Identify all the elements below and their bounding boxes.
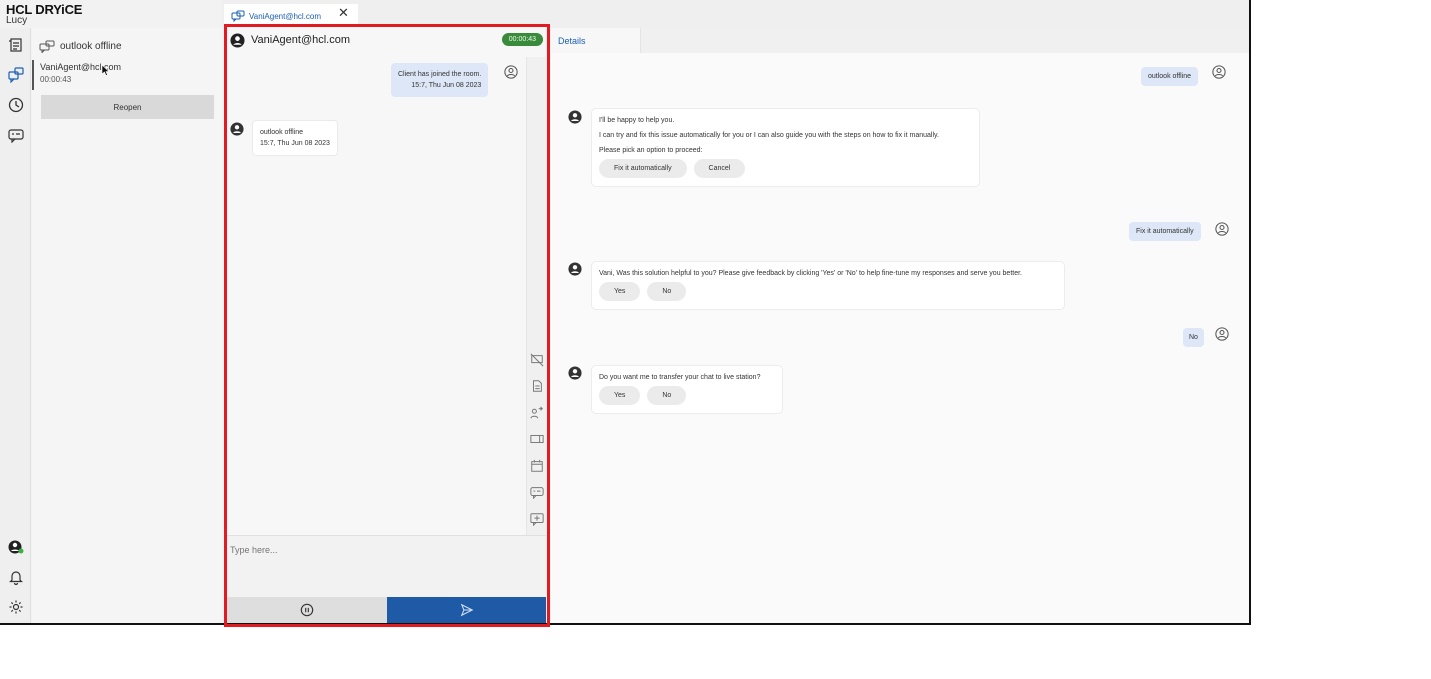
no-button[interactable]: No bbox=[647, 386, 687, 405]
bot-message-line: Vani, Was this solution helpful to you? … bbox=[599, 270, 1022, 277]
message-time: 15:7, Thu Jun 08 2023 bbox=[411, 82, 482, 89]
cancel-button[interactable]: Cancel bbox=[693, 159, 746, 178]
bot-avatar-icon bbox=[568, 366, 582, 380]
gear-icon[interactable] bbox=[7, 598, 25, 616]
user-name: Lucy bbox=[6, 15, 28, 26]
chat-bubbles-icon bbox=[39, 40, 55, 53]
bot-message-line: I can try and fix this issue automatical… bbox=[599, 132, 939, 139]
user-message-bubble: No bbox=[1183, 328, 1204, 347]
tab-label: VaniAgent@hcl.com bbox=[249, 11, 322, 21]
no-button[interactable]: No bbox=[647, 282, 687, 301]
chat-tools-bar bbox=[526, 57, 546, 537]
message-input[interactable] bbox=[230, 542, 530, 558]
send-icon bbox=[460, 603, 473, 617]
pause-icon bbox=[300, 603, 313, 617]
message-text: Client has joined the room. bbox=[398, 71, 482, 78]
pause-button[interactable] bbox=[226, 597, 387, 623]
tab-bar: VaniAgent@hcl.com ✕ bbox=[222, 0, 1249, 28]
user-avatar-icon bbox=[230, 32, 245, 48]
history-clock-icon[interactable] bbox=[7, 96, 25, 114]
bot-message-line: Please pick an option to proceed: bbox=[599, 147, 703, 154]
customer-avatar-icon bbox=[1212, 65, 1226, 79]
agent-avatar-icon[interactable] bbox=[7, 538, 25, 556]
details-tab-row: Details bbox=[551, 28, 1249, 53]
bot-avatar-icon bbox=[568, 262, 582, 276]
conversation-duration: 00:00:43 bbox=[40, 75, 72, 84]
chat-title: VaniAgent@hcl.com bbox=[251, 34, 351, 46]
agent-avatar-icon bbox=[230, 122, 244, 136]
yes-button[interactable]: Yes bbox=[599, 282, 641, 301]
bot-message-card: Do you want me to transfer your chat to … bbox=[591, 365, 783, 414]
close-tab-icon[interactable]: ✕ bbox=[338, 5, 349, 21]
send-button[interactable] bbox=[387, 597, 546, 623]
conversation-list: outlook offline VaniAgent@hcl.com 00:00:… bbox=[32, 28, 222, 623]
user-message-bubble: Fix it automatically bbox=[1129, 222, 1201, 241]
documents-icon[interactable] bbox=[7, 36, 25, 54]
bot-avatar-icon bbox=[568, 110, 582, 124]
message-bubble: outlook offline 15:7, Thu Jun 08 2023 bbox=[252, 120, 338, 156]
conversation-item[interactable]: VaniAgent@hcl.com 00:00:43 bbox=[32, 60, 222, 90]
conversation-group-label: outlook offline bbox=[60, 41, 122, 52]
chats-icon[interactable] bbox=[7, 66, 25, 84]
details-panel: Details outlook offline I'll be happy to… bbox=[551, 28, 1249, 623]
bell-icon[interactable] bbox=[7, 568, 25, 586]
nav-rail bbox=[0, 28, 31, 623]
customer-avatar-icon bbox=[1215, 222, 1229, 236]
transcript-icon[interactable] bbox=[530, 485, 544, 499]
customer-avatar-icon bbox=[1215, 327, 1229, 341]
customer-avatar-icon bbox=[504, 65, 518, 79]
chat-header: VaniAgent@hcl.com 00:00:43 bbox=[226, 27, 546, 53]
chat-bubbles-icon bbox=[231, 10, 245, 22]
add-comment-icon[interactable] bbox=[530, 512, 544, 526]
message-text: outlook offline bbox=[260, 129, 304, 136]
message-composer bbox=[226, 535, 546, 597]
mouse-cursor-icon bbox=[102, 65, 110, 76]
chat-panel: VaniAgent@hcl.com 00:00:43 Client has jo… bbox=[226, 27, 546, 623]
screen-share-off-icon[interactable] bbox=[530, 353, 544, 367]
user-message-bubble: outlook offline bbox=[1141, 67, 1199, 86]
chat-timer-badge: 00:00:43 bbox=[501, 33, 543, 46]
bot-message-line: Do you want me to transfer your chat to … bbox=[599, 374, 761, 381]
message-bubble: Client has joined the room. 15:7, Thu Ju… bbox=[391, 63, 489, 97]
transfer-user-icon[interactable] bbox=[530, 406, 544, 420]
brand: HCL DRYiCE Lucy bbox=[6, 3, 82, 26]
reopen-button[interactable]: Reopen bbox=[41, 95, 214, 119]
tab-details[interactable]: Details bbox=[551, 28, 641, 53]
bot-message-card: Vani, Was this solution helpful to you? … bbox=[591, 261, 1065, 310]
bot-message-line: I'll be happy to help you. bbox=[599, 117, 675, 124]
bot-message-card: I'll be happy to help you. I can try and… bbox=[591, 108, 980, 187]
ticket-icon[interactable] bbox=[530, 432, 544, 446]
fix-automatically-button[interactable]: Fix it automatically bbox=[599, 159, 687, 178]
transcript-icon[interactable] bbox=[7, 126, 25, 144]
conversation-email: VaniAgent@hcl.com bbox=[40, 62, 122, 72]
document-icon[interactable] bbox=[530, 379, 544, 393]
yes-button[interactable]: Yes bbox=[599, 386, 641, 405]
conversation-group-header[interactable]: outlook offline bbox=[39, 40, 122, 53]
message-time: 15:7, Thu Jun 08 2023 bbox=[260, 140, 330, 147]
calendar-icon[interactable] bbox=[530, 459, 544, 473]
app-window: HCL DRYiCE Lucy VaniAgent@hcl.com ✕ outl… bbox=[0, 0, 1251, 625]
